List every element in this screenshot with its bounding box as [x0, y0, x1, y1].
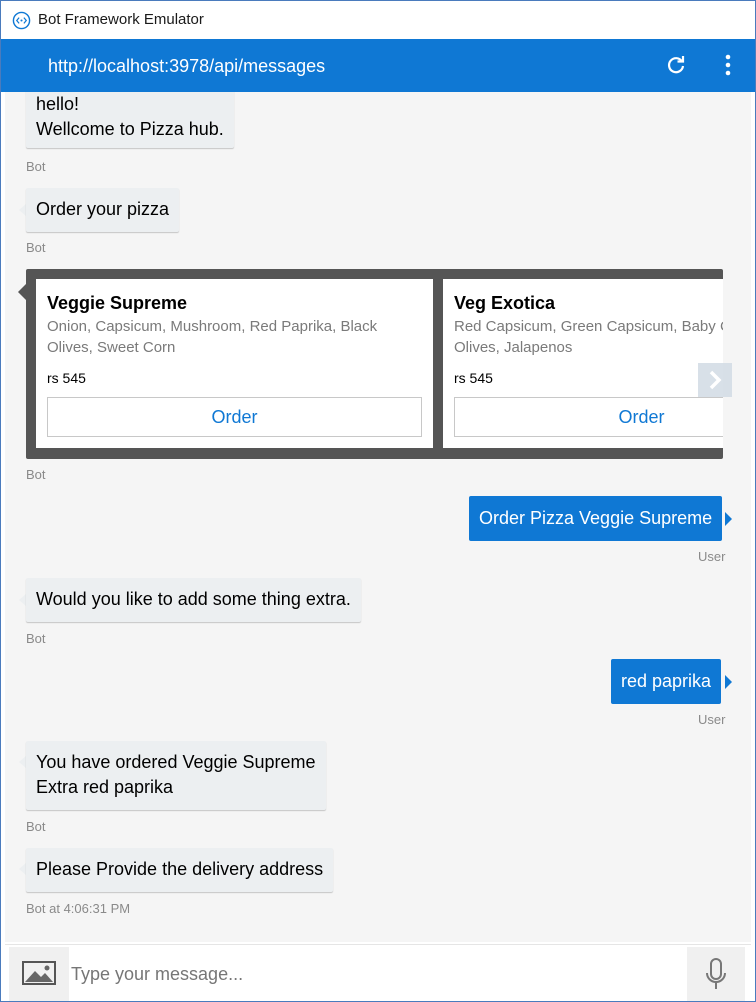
bubble-tail: [18, 284, 26, 300]
message-line: Would you like to add some thing extra.: [36, 589, 351, 609]
message-line: Order your pizza: [36, 199, 170, 219]
message-line: Please Provide the delivery address: [36, 859, 324, 879]
bubble-tail: [19, 756, 26, 768]
hero-card-carousel: Veggie Supreme Onion, Capsicum, Mushroom…: [26, 269, 723, 459]
address-bar: http://localhost:3978/api/messages: [1, 39, 755, 92]
chat-transcript: hello! Wellcome to Pizza hub. Bot Order …: [5, 92, 751, 942]
bot-emulator-icon: [12, 11, 31, 30]
message-line: You have ordered Veggie Supreme: [36, 752, 316, 772]
carousel-next-button[interactable]: [698, 363, 732, 397]
card-price: rs 545: [454, 370, 493, 386]
message-sender: Bot: [26, 819, 46, 834]
message-sender: Bot: [26, 240, 46, 255]
message-line: Wellcome to Pizza hub.: [36, 119, 224, 139]
order-button[interactable]: Order: [47, 397, 422, 437]
message-sender: Bot: [26, 631, 46, 646]
image-icon: [22, 961, 56, 985]
card-subtitle: Onion, Capsicum, Mushroom, Red Paprika, …: [47, 318, 378, 356]
bot-message: Would you like to add some thing extra.: [26, 578, 361, 622]
card-title: Veg Exotica: [454, 293, 556, 313]
message-input-bar: [5, 944, 751, 1001]
message-timestamp: Bot at 4:06:31 PM: [26, 901, 131, 916]
bubble-tail: [725, 675, 732, 689]
title-bar: Bot Framework Emulator: [1, 1, 755, 39]
bot-message: You have ordered Veggie Supreme Extra re…: [26, 741, 326, 810]
bot-message: Please Provide the delivery address: [26, 848, 334, 892]
hero-card: Veggie Supreme Onion, Capsicum, Mushroom…: [36, 279, 433, 448]
hero-card: Veg Exotica Red Capsicum, Green Capsicum…: [443, 279, 723, 448]
window-title: Bot Framework Emulator: [38, 11, 204, 28]
card-price: rs 545: [47, 370, 86, 386]
message-line: Extra red paprika: [36, 777, 174, 797]
bubble-tail: [19, 594, 26, 606]
bot-message: hello! Wellcome to Pizza hub.: [26, 92, 234, 148]
upload-button[interactable]: [9, 947, 69, 1001]
message-line: hello!: [36, 94, 80, 114]
message-sender: Bot: [26, 467, 46, 482]
microphone-icon: [706, 958, 726, 989]
emulator-window: Bot Framework Emulator http://localhost:…: [0, 0, 756, 1002]
message-sender: User: [698, 549, 726, 564]
vertical-ellipsis-icon[interactable]: [717, 52, 739, 78]
message-sender: User: [698, 712, 726, 727]
user-message: Order Pizza Veggie Supreme: [469, 496, 723, 541]
message-line: red paprika: [621, 671, 712, 691]
order-button[interactable]: Order: [454, 397, 723, 437]
card-subtitle: Red Capsicum, Green Capsicum, Baby Corn,…: [454, 318, 723, 356]
message-sender: Bot: [26, 159, 46, 174]
message-input[interactable]: [69, 959, 669, 989]
user-message: red paprika: [611, 659, 722, 704]
bot-message: Order your pizza: [26, 188, 180, 232]
refresh-icon[interactable]: [663, 52, 689, 78]
bubble-tail: [19, 863, 26, 875]
message-line: Order Pizza Veggie Supreme: [479, 508, 713, 528]
microphone-button[interactable]: [687, 947, 745, 1001]
bubble-tail: [19, 204, 26, 216]
bubble-tail: [725, 512, 732, 526]
chevron-right-icon: [709, 370, 722, 390]
endpoint-url[interactable]: http://localhost:3978/api/messages: [48, 56, 325, 77]
card-title: Veggie Supreme: [47, 293, 188, 313]
